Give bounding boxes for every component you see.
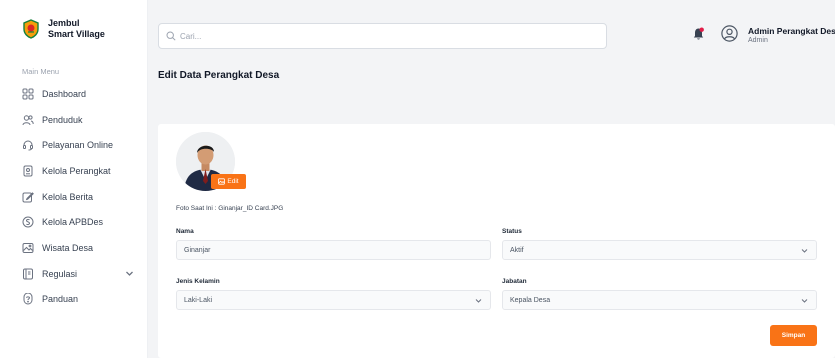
notification-bell-icon[interactable] bbox=[692, 27, 705, 41]
menu-section-title: Main Menu bbox=[22, 67, 60, 76]
sidebar-item-label: Kelola Perangkat bbox=[42, 165, 111, 176]
brand-subtitle: Smart Village bbox=[48, 29, 105, 39]
sidebar-item-label: Regulasi bbox=[42, 268, 78, 279]
nama-value: Ginanjar bbox=[184, 246, 211, 254]
chevron-down-icon bbox=[801, 247, 808, 254]
user-name[interactable]: Admin Perangkat Desa bbox=[748, 26, 835, 36]
jenis-kelamin-select[interactable]: Laki-Laki bbox=[176, 290, 491, 310]
village-logo-icon bbox=[23, 19, 39, 39]
edit-form-card: Edit Foto Saat Ini : Ginanjar_ID Card.JP… bbox=[158, 124, 835, 358]
user-avatar-icon[interactable] bbox=[721, 25, 738, 42]
brand[interactable]: Jembul Smart Village bbox=[22, 18, 105, 40]
headset-icon bbox=[22, 139, 34, 151]
grid-icon bbox=[22, 88, 34, 100]
sidebar-item-label: Dashboard bbox=[42, 88, 87, 99]
nama-input[interactable]: Ginanjar bbox=[176, 240, 491, 260]
sidebar-item-penduduk[interactable]: Penduduk bbox=[22, 107, 140, 133]
sidebar-item-kelola-berita[interactable]: Kelola Berita bbox=[22, 184, 140, 210]
sidebar-item-regulasi[interactable]: Regulasi bbox=[22, 261, 140, 287]
chevron-down-icon[interactable] bbox=[125, 269, 134, 278]
sidebar-item-label: Kelola Berita bbox=[42, 191, 94, 202]
jabatan-label: Jabatan bbox=[502, 278, 527, 285]
sidebar-item-kelola-perangkat[interactable]: Kelola Perangkat bbox=[22, 158, 140, 184]
jabatan-value: Kepala Desa bbox=[510, 296, 551, 304]
image-edit-icon bbox=[218, 178, 226, 185]
sidebar-item-label: Pelayanan Online bbox=[42, 140, 114, 151]
user-role: Admin bbox=[748, 37, 768, 44]
edit-photo-label: Edit bbox=[227, 178, 239, 185]
edit-icon bbox=[22, 191, 34, 203]
sidebar-item-label: Penduduk bbox=[42, 114, 83, 125]
sidebar-item-label: Wisata Desa bbox=[42, 242, 94, 253]
jenis-kelamin-value: Laki-Laki bbox=[184, 296, 213, 304]
status-value: Aktif bbox=[510, 246, 524, 254]
users-icon bbox=[22, 114, 34, 126]
help-icon bbox=[22, 293, 34, 305]
sidebar-item-wisata-desa[interactable]: Wisata Desa bbox=[22, 235, 140, 261]
sidebar-item-pelayanan-online[interactable]: Pelayanan Online bbox=[22, 132, 140, 158]
chevron-down-icon bbox=[475, 297, 482, 304]
brand-name: Jembul bbox=[48, 18, 80, 28]
budget-icon bbox=[22, 216, 34, 228]
sidebar-item-kelola-apbdes[interactable]: Kelola APBDes bbox=[22, 209, 140, 235]
page-title: Edit Data Perangkat Desa bbox=[158, 70, 280, 81]
jabatan-select[interactable]: Kepala Desa bbox=[502, 290, 817, 310]
sidebar-item-label: Kelola APBDes bbox=[42, 217, 104, 228]
sidebar-item-panduan[interactable]: Panduan bbox=[22, 287, 140, 313]
chevron-down-icon bbox=[801, 297, 808, 304]
book-icon bbox=[22, 268, 34, 280]
id-card-icon bbox=[22, 165, 34, 177]
sidebar-item-label: Panduan bbox=[42, 294, 79, 305]
sidebar-item-dashboard[interactable]: Dashboard bbox=[22, 81, 140, 107]
save-button[interactable]: Simpan bbox=[770, 325, 817, 346]
jenis-kelamin-label: Jenis Kelamin bbox=[176, 278, 220, 285]
nama-label: Nama bbox=[176, 228, 194, 235]
status-select[interactable]: Aktif bbox=[502, 240, 817, 260]
image-icon bbox=[22, 242, 34, 254]
search-icon bbox=[166, 31, 176, 41]
photo-caption: Foto Saat Ini : Ginanjar_ID Card.JPG bbox=[176, 205, 284, 212]
sidebar: Jembul Smart Village Main Menu Dashboard… bbox=[0, 0, 148, 358]
search-bar[interactable] bbox=[158, 23, 607, 49]
edit-photo-button[interactable]: Edit bbox=[211, 174, 246, 189]
status-label: Status bbox=[502, 228, 522, 235]
sidebar-menu: Dashboard Penduduk Pelayanan Online Kelo… bbox=[22, 81, 140, 312]
search-input[interactable] bbox=[180, 31, 580, 41]
